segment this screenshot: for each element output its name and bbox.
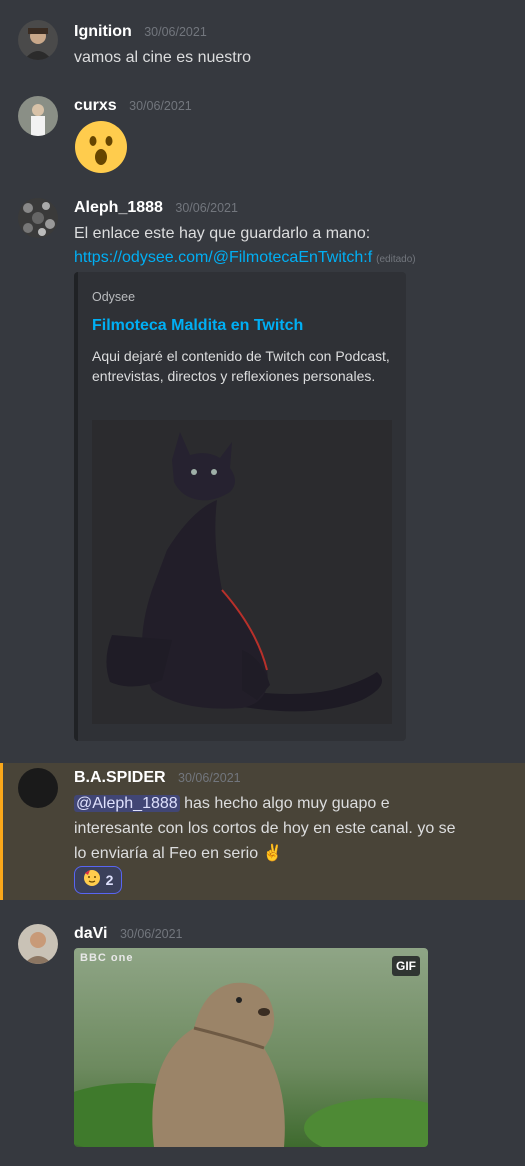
avatar[interactable]	[18, 20, 58, 60]
message-text-line2: interesante con los cortos de hoy en est…	[74, 820, 456, 837]
reaction-count: 2	[105, 872, 114, 888]
message-text: vamos al cine es nuestro	[74, 49, 251, 66]
embed-image-cat[interactable]	[92, 420, 392, 724]
embed-description: Aqui dejaré el contenido de Twitch con P…	[92, 348, 390, 384]
edited-label: (editado)	[376, 254, 416, 265]
victory-hand-emoji-icon: ✌️	[262, 845, 283, 862]
timestamp: 30/06/2021	[144, 25, 207, 39]
message-text-line3: lo enviaría al Feo en serio ✌️	[74, 842, 282, 866]
link-embed: Odysee Filmoteca Maldita en Twitch Aqui …	[74, 272, 406, 741]
username[interactable]: Aleph_1888	[74, 199, 163, 216]
message-link[interactable]: https://odysee.com/@FilmotecaEnTwitch:f	[74, 249, 372, 266]
message-text: El enlace este hay que guardarlo a mano:	[74, 225, 371, 242]
avatar[interactable]	[18, 768, 58, 808]
username[interactable]: curxs	[74, 97, 117, 114]
bbc-watermark: BBC one	[80, 952, 134, 964]
timestamp: 30/06/2021	[178, 771, 241, 785]
username[interactable]: B.A.SPIDER	[74, 769, 166, 786]
gif-badge: GIF	[392, 956, 420, 976]
hushed-face-emoji-icon	[74, 120, 128, 174]
user-mention[interactable]: @Aleph_1888	[74, 795, 180, 812]
timestamp: 30/06/2021	[175, 201, 238, 215]
username[interactable]: Ignition	[74, 23, 132, 40]
gif-attachment[interactable]: BBC one GIF	[74, 948, 428, 1147]
reaction-button[interactable]: 2	[74, 866, 122, 894]
avatar[interactable]	[18, 198, 58, 238]
message-link-line: https://odysee.com/@FilmotecaEnTwitch:f (…	[74, 246, 416, 272]
message-text: lo enviaría al Feo en serio	[74, 845, 259, 862]
message-text: has hecho algo muy guapo e	[179, 795, 390, 812]
timestamp: 30/06/2021	[129, 99, 192, 113]
embed-title[interactable]: Filmoteca Maldita en Twitch	[92, 317, 303, 335]
avatar[interactable]	[18, 96, 58, 136]
avatar[interactable]	[18, 924, 58, 964]
username[interactable]: daVi	[74, 925, 108, 942]
timestamp: 30/06/2021	[119, 927, 183, 941]
embed-provider[interactable]: Odysee	[92, 290, 135, 304]
message-text-line1: @Aleph_1888 has hecho algo muy guapo e	[74, 792, 390, 816]
partying-face-emoji-icon	[83, 869, 101, 892]
